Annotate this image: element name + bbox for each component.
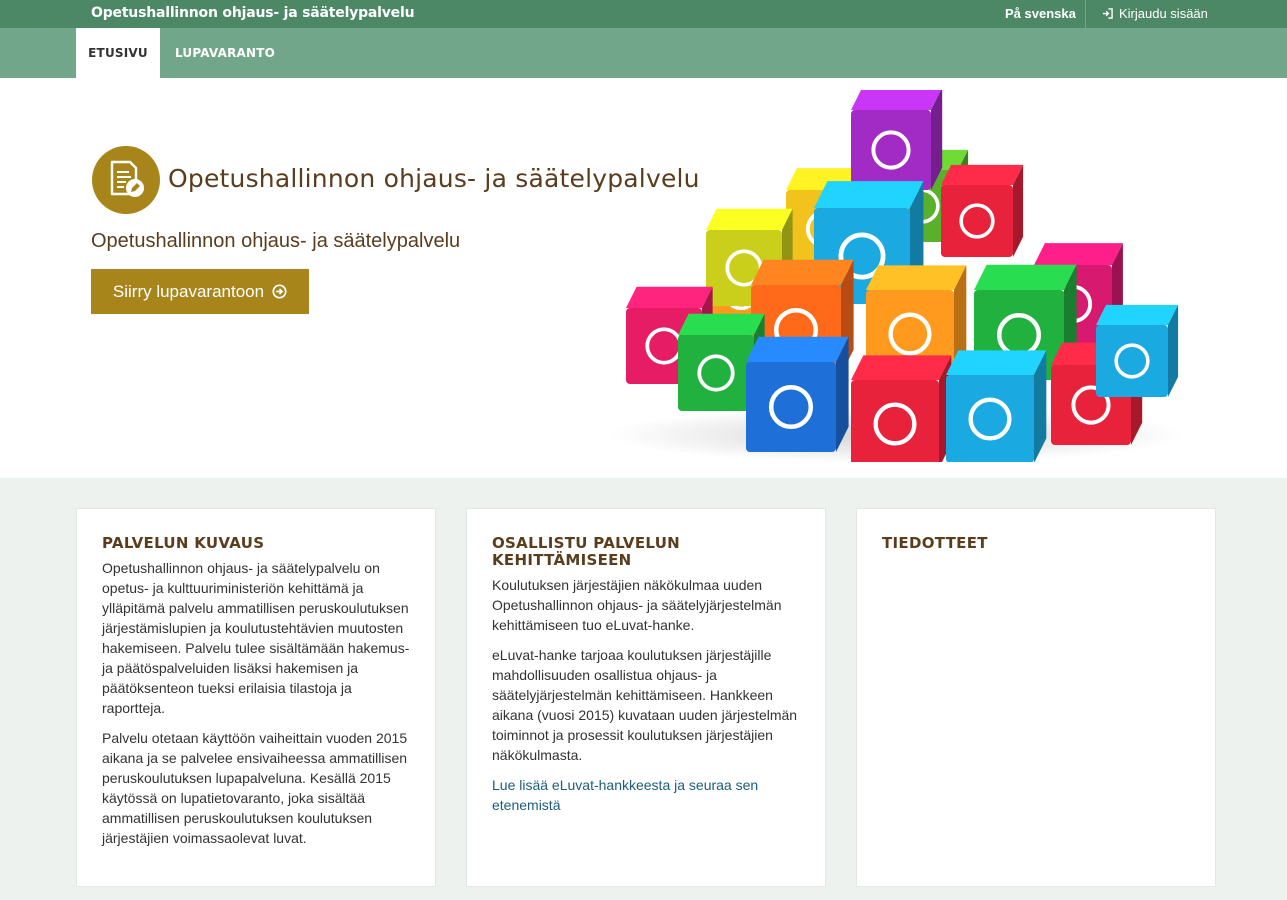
tab-etusivu[interactable]: ETUSIVU: [76, 28, 160, 78]
login-link-label: Kirjaudu sisään: [1119, 6, 1208, 21]
cube-red-home: [941, 164, 1024, 257]
login-link[interactable]: Kirjaudu sisään: [1102, 6, 1208, 21]
cube-blue-weather: [1096, 304, 1179, 397]
language-switch-link[interactable]: På svenska: [1005, 6, 1076, 21]
sign-in-icon: [1102, 8, 1113, 19]
card-paragraph: eLuvat-hanke tarjoaa koulutuksen järjest…: [492, 647, 798, 763]
cube-red-search: [851, 355, 952, 462]
hero-button-label: Siirry lupavarantoon: [112, 281, 265, 301]
card-heading: OSALLISTU PALVELUN KEHITTÄMISEEN: [492, 534, 681, 569]
cube-purple: [851, 90, 943, 190]
hero-section: Opetushallinnon ohjaus- ja säätelypalvel…: [0, 78, 1287, 478]
app-icon-cubes-image: [606, 90, 1186, 462]
hero-subtitle: Opetushallinnon ohjaus- ja säätelypalvel…: [91, 230, 461, 252]
site-title[interactable]: Opetushallinnon ohjaus- ja säätelypalvel…: [91, 5, 415, 21]
tab-lupavaranto[interactable]: LUPAVARANTO: [160, 28, 290, 78]
card-participate: OSALLISTU PALVELUN KEHITTÄMISEEN Koulutu…: [466, 508, 826, 887]
card-service-description: PALVELUN KUVAUS Opetushallinnon ohjaus- …: [76, 508, 436, 887]
document-edit-icon: [110, 160, 144, 197]
card-heading: TIEDOTTEET: [882, 534, 988, 552]
eluvat-project-link[interactable]: Lue lisää eLuvat-hankkeesta ja seuraa se…: [492, 777, 758, 813]
cube-blue-camera: [946, 350, 1047, 462]
card-paragraph: Koulutuksen järjestäjien näkökulmaa uude…: [492, 577, 782, 633]
card-paragraph: Palvelu otetaan käyttöön vaiheittain vuo…: [102, 730, 408, 846]
top-bar: Opetushallinnon ohjaus- ja säätelypalvel…: [0, 0, 1287, 28]
hero-logo: [92, 146, 160, 214]
card-paragraph: Opetushallinnon ohjaus- ja säätelypalvel…: [102, 560, 410, 716]
main-nav: ETUSIVU LUPAVARANTO: [0, 28, 1287, 78]
card-announcements: TIEDOTTEET: [856, 508, 1216, 887]
card-heading: PALVELUN KUVAUS: [102, 534, 265, 552]
top-bar-divider: [1085, 0, 1086, 28]
go-to-permit-registry-button[interactable]: Siirry lupavarantoon: [91, 269, 309, 314]
arrow-circle-right-icon: [272, 284, 287, 299]
cube-blue-globe: [746, 336, 849, 452]
